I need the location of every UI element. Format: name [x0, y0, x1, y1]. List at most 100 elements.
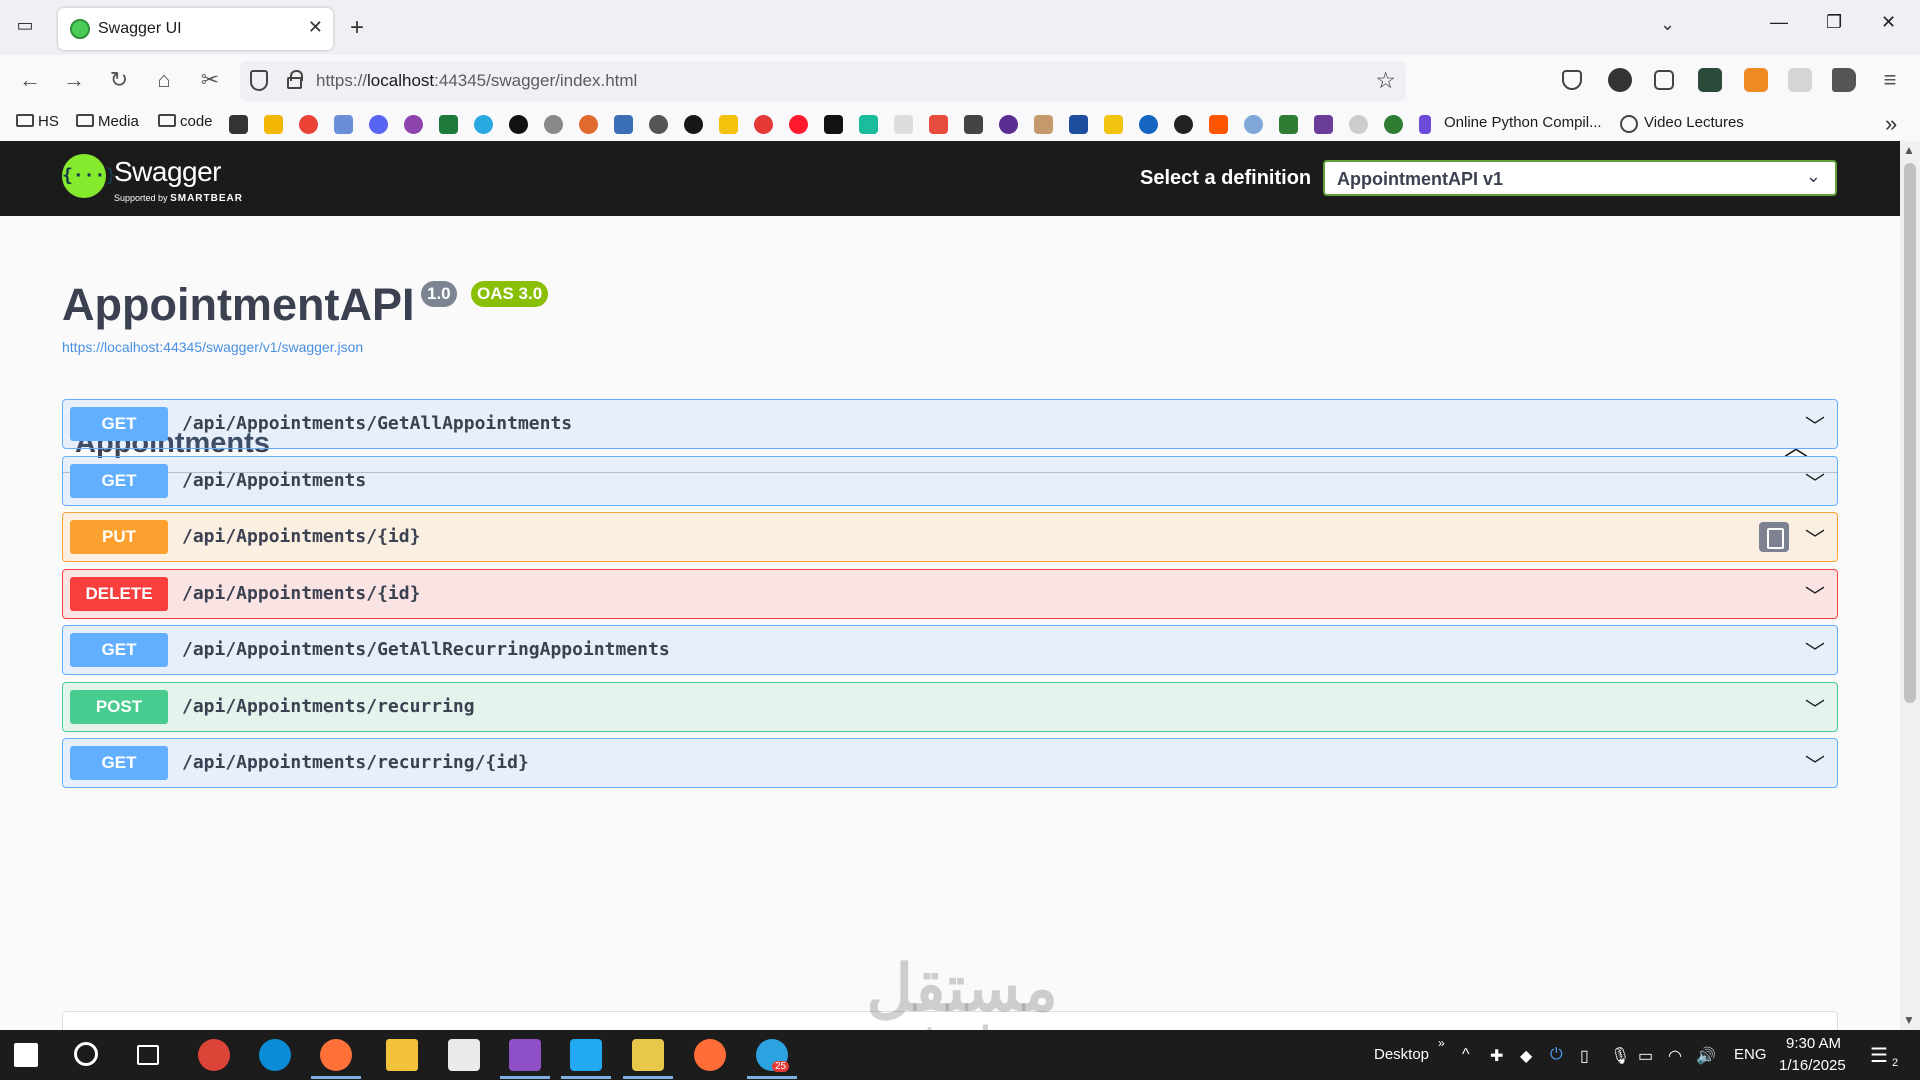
extension-sneaker-icon[interactable] — [1698, 68, 1722, 92]
pocket-icon[interactable] — [1562, 70, 1582, 90]
chevron-down-icon[interactable]: ﹀ — [1805, 467, 1825, 496]
bookmark-folder-hs[interactable]: HS — [16, 113, 59, 130]
bookmark-icon[interactable] — [1349, 115, 1368, 134]
scroll-up-icon[interactable]: ▲ — [1903, 143, 1915, 157]
minimize-window-icon[interactable]: — — [1770, 12, 1788, 33]
bookmark-icon[interactable] — [1069, 115, 1088, 134]
bookmark-icon[interactable] — [1384, 115, 1403, 134]
bookmark-icon[interactable] — [439, 115, 458, 134]
bookmark-icon[interactable] — [544, 115, 563, 134]
bookmark-icon[interactable] — [719, 115, 738, 134]
device-tray-icon[interactable]: ▯ — [1580, 1046, 1589, 1066]
bookmark-icon[interactable] — [754, 115, 773, 134]
extension-trash-icon[interactable] — [1744, 68, 1768, 92]
bookmark-folder-code[interactable]: code — [158, 113, 213, 130]
bookmark-icon[interactable] — [334, 115, 353, 134]
bookmark-icon[interactable] — [299, 115, 318, 134]
bookmark-star-icon[interactable]: ☆ — [1375, 67, 1396, 94]
forward-icon[interactable]: → — [60, 67, 88, 93]
swagger-json-link[interactable]: https://localhost:44345/swagger/v1/swagg… — [62, 339, 363, 355]
editor-app-icon[interactable] — [632, 1039, 664, 1071]
microphone-icon[interactable]: 🎙 — [1610, 1046, 1630, 1066]
chevron-up-icon[interactable]: ^ — [1462, 1046, 1470, 1064]
extensions-icon[interactable] — [1654, 70, 1674, 90]
operation-block[interactable]: GET /api/Appointments/GetAllRecurringApp… — [62, 625, 1838, 675]
chevron-down-icon[interactable]: ﹀ — [1805, 580, 1825, 609]
visual-studio-preview-icon[interactable] — [509, 1039, 541, 1071]
profile-h-icon[interactable] — [1608, 68, 1632, 92]
new-tab-button[interactable]: + — [350, 14, 364, 42]
tracking-protection-icon[interactable] — [250, 70, 268, 91]
power-tray-icon[interactable]: ⏻ — [1550, 1046, 1563, 1064]
operation-block[interactable]: GET /api/Appointments/GetAllAppointments… — [62, 399, 1838, 449]
bookmark-icon[interactable] — [404, 115, 423, 134]
bookmark-icon[interactable] — [1104, 115, 1123, 134]
replit-icon[interactable] — [1419, 115, 1431, 134]
windows-start-icon[interactable] — [14, 1043, 38, 1067]
bookmark-icon[interactable] — [894, 115, 913, 134]
bookmark-icon[interactable] — [649, 115, 668, 134]
close-tab-icon[interactable]: ✕ — [308, 17, 323, 38]
network-tray-icon[interactable]: ✚ — [1490, 1046, 1503, 1066]
bookmark-icon[interactable] — [1314, 115, 1333, 134]
bookmark-icon[interactable] — [474, 115, 493, 134]
clock-time[interactable]: 9:30 AM — [1786, 1035, 1841, 1052]
bookmark-icon[interactable] — [369, 115, 388, 134]
toolbar-overflow-icon[interactable]: » — [1438, 1036, 1445, 1050]
chevron-down-icon[interactable]: ﹀ — [1805, 410, 1825, 439]
list-all-tabs-icon[interactable]: ⌄ — [1660, 14, 1675, 35]
operation-block[interactable]: GET /api/Appointments ﹀ — [62, 456, 1838, 506]
home-icon[interactable]: ⌂ — [150, 67, 178, 93]
chevron-down-icon[interactable]: ﹀ — [1805, 749, 1825, 778]
tab-list-icon[interactable]: ▭ — [12, 15, 38, 41]
vscode-icon[interactable] — [570, 1039, 602, 1071]
chevron-down-icon[interactable]: ﹀ — [1805, 523, 1825, 552]
definition-select[interactable]: AppointmentAPI v1 ⌄ — [1323, 160, 1837, 196]
bookmark-icon[interactable] — [1244, 115, 1263, 134]
operation-block[interactable]: GET /api/Appointments/recurring/{id} ﹀ — [62, 738, 1838, 788]
swagger-logo-icon[interactable]: {···} — [62, 154, 116, 198]
notifications-icon[interactable]: ☰ — [1870, 1043, 1888, 1068]
wifi-icon[interactable]: ◠ — [1668, 1046, 1682, 1066]
bookmark-icon[interactable] — [999, 115, 1018, 134]
language-indicator[interactable]: ENG — [1734, 1046, 1767, 1063]
file-explorer-icon[interactable] — [386, 1039, 418, 1071]
soundcloud-icon[interactable] — [1209, 115, 1228, 134]
extension-s-icon[interactable] — [1788, 68, 1812, 92]
scroll-down-icon[interactable]: ▼ — [1903, 1013, 1915, 1027]
bookmark-video-lectures[interactable]: Video Lectures — [1644, 114, 1744, 131]
speaker-icon[interactable] — [1832, 68, 1856, 92]
firefox-icon[interactable] — [320, 1039, 352, 1071]
reload-icon[interactable]: ↻ — [105, 67, 133, 93]
battery-icon[interactable]: ▭ — [1638, 1046, 1653, 1066]
bookmark-icon[interactable] — [1279, 115, 1298, 134]
restore-window-icon[interactable]: ❐ — [1826, 12, 1842, 33]
bookmark-icon[interactable] — [509, 115, 528, 134]
opera-icon[interactable] — [789, 115, 808, 134]
bookmark-icon[interactable] — [579, 115, 598, 134]
back-icon[interactable]: ← — [16, 67, 44, 93]
lock-icon[interactable] — [287, 70, 303, 89]
swagger-brand[interactable]: Swagger — [114, 156, 222, 188]
clock-date[interactable]: 1/16/2025 — [1779, 1057, 1846, 1074]
bookmark-folder-media[interactable]: Media — [76, 113, 139, 130]
desktop-toolbar-label[interactable]: Desktop — [1374, 1046, 1429, 1063]
github-icon[interactable] — [684, 115, 703, 134]
edge-icon[interactable] — [259, 1039, 291, 1071]
page-scrollbar[interactable]: ▲ ▼ — [1900, 141, 1920, 1030]
bookmark-online-python[interactable]: Online Python Compil... — [1444, 114, 1602, 131]
bookmark-icon[interactable] — [614, 115, 633, 134]
task-view-icon[interactable] — [137, 1045, 159, 1065]
bookmark-icon[interactable] — [929, 115, 948, 134]
bookmark-icon[interactable] — [229, 115, 248, 134]
tab-swagger-ui[interactable]: Swagger UI ✕ — [58, 8, 333, 50]
bookmark-icon[interactable] — [824, 115, 843, 134]
bookmark-icon[interactable] — [859, 115, 878, 134]
bookmarks-overflow-icon[interactable]: » — [1885, 111, 1897, 137]
apple-icon[interactable] — [1174, 115, 1193, 134]
microsoft-store-icon[interactable] — [448, 1039, 480, 1071]
menu-icon[interactable]: ≡ — [1876, 67, 1904, 93]
scrollbar-thumb[interactable] — [1904, 163, 1916, 703]
extension-screenshot-icon[interactable]: ✂ — [196, 67, 224, 93]
url-text[interactable]: https://localhost:44345/swagger/index.ht… — [316, 71, 637, 91]
